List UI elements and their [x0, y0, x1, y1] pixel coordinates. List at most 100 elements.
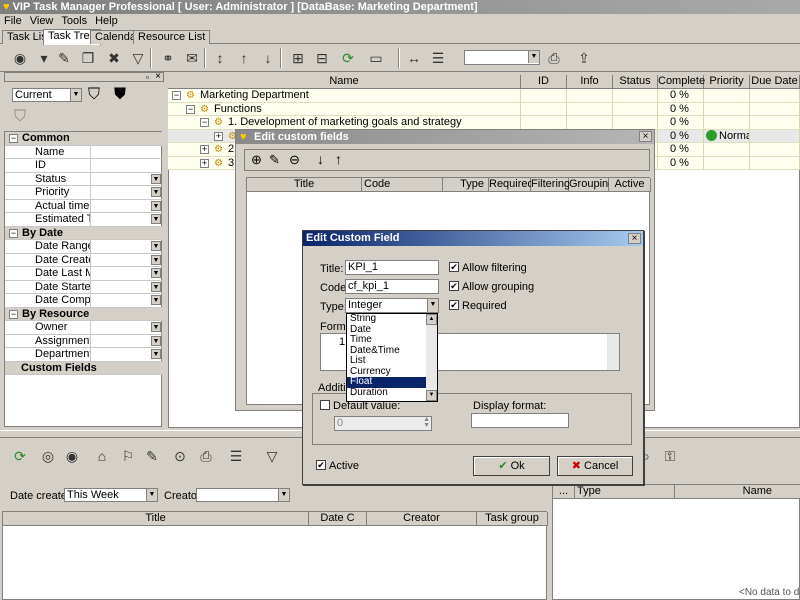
move-up-icon[interactable]: ↑ — [335, 151, 342, 167]
collapse-icon[interactable]: − — [172, 91, 181, 100]
column-type[interactable]: Type — [575, 485, 675, 499]
task-row[interactable]: − ⚙ 1. Development of marketing goals and … — [168, 116, 800, 130]
delete-field-icon[interactable]: ⊖ — [289, 152, 300, 168]
column-active[interactable]: Active — [609, 178, 651, 192]
column-code[interactable]: Code — [362, 178, 443, 192]
title-input[interactable]: KPI_1 — [345, 260, 439, 275]
display-format-input[interactable] — [471, 413, 569, 428]
category-common[interactable]: − Common — [5, 132, 163, 146]
default-value-checkbox[interactable] — [320, 400, 330, 410]
type-dropdown-list[interactable]: String Date Time Date&Time List Currency Float… — [346, 313, 438, 402]
column-priority[interactable]: Priority — [704, 75, 750, 89]
column-task-group[interactable]: Task group — [477, 512, 548, 526]
notify-icon[interactable]: ✉ — [182, 48, 202, 68]
filter-property-row[interactable]: Date Range ▼ — [5, 240, 163, 254]
chevron-down-icon[interactable]: ▼ — [151, 187, 161, 197]
view-alt-icon[interactable]: ◉ — [62, 446, 82, 466]
new-task-icon[interactable]: ◉ — [10, 48, 30, 68]
formula-scrollbar[interactable] — [607, 334, 619, 370]
view-filter-select[interactable]: Current ▼ — [12, 88, 82, 102]
chevron-down-icon[interactable]: ▼ — [151, 322, 161, 332]
filter-property-row[interactable]: Priority ▼ — [5, 186, 163, 200]
clear-filter-icon[interactable]: ⛉ — [14, 108, 26, 126]
collapse-icon[interactable]: − — [9, 134, 18, 143]
type-option[interactable]: Time — [347, 334, 427, 346]
filter-icon[interactable]: ⛉ — [88, 86, 100, 104]
column-complete[interactable]: Complete — [658, 75, 705, 89]
menu-tools[interactable]: Tools — [57, 14, 91, 29]
ok-button[interactable]: ✔ Ok — [473, 456, 550, 476]
filter-icon[interactable]: ▽ — [128, 48, 148, 68]
column-type[interactable]: Type — [443, 178, 489, 192]
pin-icon[interactable]: ▫ — [146, 72, 149, 82]
attach-icon[interactable]: ✎ — [142, 446, 162, 466]
fit-width-icon[interactable]: ↔ — [404, 48, 424, 68]
expand-icon[interactable]: + — [214, 131, 223, 141]
filter-property-row[interactable]: ID — [5, 159, 163, 173]
type-option[interactable]: Float — [347, 376, 427, 388]
type-select[interactable]: Integer ▼ — [345, 298, 439, 313]
chevron-down-icon[interactable]: ▼ — [151, 241, 161, 251]
filter-property-row[interactable]: Date Complet ▼ — [5, 294, 163, 308]
chevron-down-icon[interactable]: ▼ — [151, 349, 161, 359]
delete-task-icon[interactable]: ✖ — [104, 48, 124, 68]
advanced-filter-icon[interactable]: ⛊ — [114, 86, 126, 104]
dropdown-arrow-icon[interactable]: ▾ — [34, 48, 54, 68]
print-icon[interactable]: ⎙ — [544, 48, 564, 68]
close-button[interactable]: × — [628, 233, 641, 244]
column-id[interactable]: ID — [521, 75, 567, 89]
filter-property-row[interactable]: Assignment ▼ — [5, 334, 163, 348]
column-required[interactable]: Required — [489, 178, 534, 192]
view-options-icon[interactable]: ▭ — [366, 48, 386, 68]
allow-grouping-checkbox[interactable]: ✔ — [449, 281, 459, 291]
tab-resource-list[interactable]: Resource List — [133, 30, 211, 44]
menu-help[interactable]: Help — [91, 14, 122, 29]
column-info[interactable]: Info — [567, 75, 613, 89]
export-icon[interactable]: ⇪ — [574, 48, 594, 68]
column-filtering[interactable]: Filtering — [531, 178, 570, 192]
filter-property-row[interactable]: Status ▼ — [5, 172, 163, 186]
link-icon[interactable]: ⚭ — [158, 48, 178, 68]
filter-property-row[interactable]: Date Created ▼ — [5, 253, 163, 267]
column-creator[interactable]: Creator — [367, 512, 477, 526]
required-checkbox[interactable]: ✔ — [449, 300, 459, 310]
history-icon[interactable]: ⊙ — [170, 446, 190, 466]
filter-property-row[interactable]: Date Last Mo ▼ — [5, 267, 163, 281]
creator-select[interactable]: ▼ — [196, 488, 290, 502]
filter-property-row[interactable]: Estimated Tim ▼ — [5, 213, 163, 227]
collapse-icon[interactable]: − — [186, 104, 195, 114]
active-checkbox[interactable]: ✔ — [316, 460, 326, 470]
task-row[interactable]: − ⚙ Functions 0 % — [168, 102, 800, 116]
column-name[interactable]: Name — [168, 75, 521, 89]
date-created-select[interactable]: This Week ▼ — [64, 488, 158, 502]
column-title[interactable]: Title — [3, 512, 309, 526]
refresh-icon[interactable]: ⟳ — [338, 48, 358, 68]
move-down-icon[interactable]: ↓ — [258, 48, 278, 68]
lock-icon[interactable]: ⚿ — [660, 446, 680, 466]
close-icon[interactable]: × — [155, 71, 161, 82]
columns-icon[interactable]: ☰ — [428, 48, 448, 68]
filter-property-row[interactable]: Owner ▼ — [5, 321, 163, 335]
move-down-icon[interactable]: ↓ — [317, 151, 324, 167]
menu-view[interactable]: View — [26, 14, 58, 29]
cancel-button[interactable]: ✖ Cancel — [557, 456, 633, 476]
expand-icon[interactable]: + — [200, 158, 209, 168]
column-grouping[interactable]: Grouping — [569, 178, 614, 192]
chevron-down-icon[interactable]: ▼ — [151, 268, 161, 278]
column-date-created[interactable]: Date C — [309, 512, 367, 526]
category-by-resource[interactable]: − By Resource — [5, 307, 163, 321]
column-title[interactable]: Title — [247, 178, 362, 192]
filter-property-row[interactable]: Department ▼ — [5, 348, 163, 362]
add-field-icon[interactable]: ⊕ — [251, 152, 262, 168]
chevron-down-icon[interactable]: ▼ — [151, 214, 161, 224]
chevron-down-icon[interactable]: ▼ — [151, 295, 161, 305]
edit-field-icon[interactable]: ✎ — [269, 152, 280, 168]
chevron-down-icon[interactable]: ▼ — [151, 335, 161, 346]
task-row[interactable]: − ⚙ Marketing Department 0 % — [168, 89, 800, 103]
collapse-icon[interactable]: − — [9, 309, 18, 319]
code-input[interactable]: cf_kpi_1 — [345, 279, 439, 294]
column-status[interactable]: Status — [613, 75, 658, 89]
category-by-date[interactable]: − By Date — [5, 226, 163, 240]
move-up-icon[interactable]: ↑ — [234, 48, 254, 68]
type-list-scrollbar[interactable]: ▲ ▼ — [426, 314, 437, 401]
